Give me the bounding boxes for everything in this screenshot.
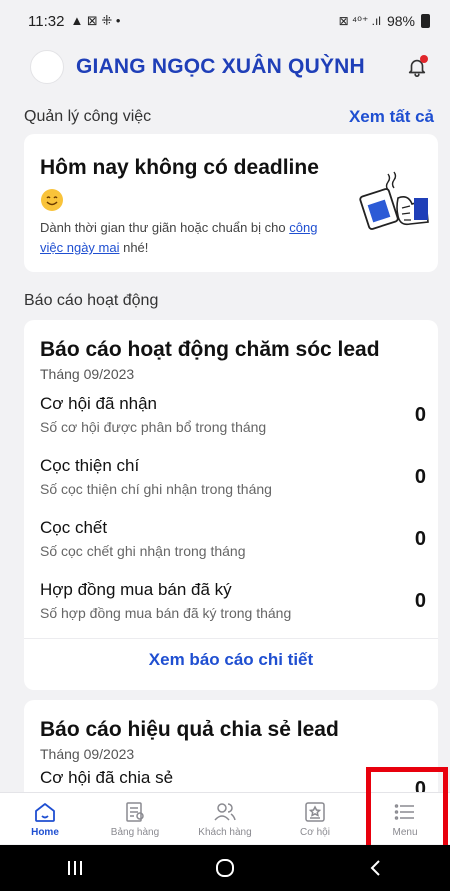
metric-description: Số cọc thiện chí ghi nhận trong tháng (40, 481, 272, 497)
metric-description: Số cọc chết ghi nhận trong tháng (40, 543, 246, 559)
metric-name: Cọc thiện chí (40, 456, 140, 475)
metric-value: 0 (414, 590, 426, 612)
tab-label: Khách hàng (198, 827, 252, 838)
menu-highlight-box (366, 767, 448, 853)
metric-value: 0 (414, 528, 426, 550)
work-section-title: Quản lý công việc (24, 108, 152, 125)
home-circle-icon (216, 859, 234, 877)
deadline-description: Dành thời gian thư giãn hoặc chuẩn bị ch… (40, 218, 330, 258)
system-navigation-bar (0, 845, 450, 891)
notification-dot (420, 55, 428, 63)
status-signal-icons: ⊠ ⁴⁰⁺ .ıl (338, 14, 381, 28)
work-section-header: Quản lý công việc Xem tất cả (0, 104, 450, 130)
tab-opportunity[interactable]: Cơ hội (270, 793, 360, 844)
lead-care-report-card: Báo cáo hoạt động chăm sóc lead Tháng 09… (24, 320, 438, 690)
metric-row[interactable]: Cơ hội đã nhận Số cơ hội được phân bổ tr… (40, 394, 426, 440)
status-notification-icons: ▲ ⊠ ⁜ • (70, 13, 121, 28)
avatar[interactable] (30, 50, 64, 84)
metric-name: Cơ hội đã chia sẻ (40, 768, 174, 787)
opportunity-icon (305, 802, 325, 822)
status-battery-text: 98% (386, 13, 415, 29)
back-button[interactable] (355, 856, 395, 880)
home-nav-button[interactable] (205, 856, 245, 880)
metric-name: Cơ hội đã nhận (40, 394, 158, 413)
user-name: GIANG NGỌC XUÂN QUỲNH (76, 55, 365, 78)
tab-label: Cơ hội (300, 827, 330, 838)
home-icon (35, 803, 55, 822)
status-bar: 11:32 ▲ ⊠ ⁜ • ⊠ ⁴⁰⁺ .ıl 98% (0, 0, 450, 42)
see-all-link[interactable]: Xem tất cả (349, 107, 434, 127)
activity-section-header: Báo cáo hoạt động (0, 288, 450, 314)
recent-apps-icon (68, 861, 82, 875)
lead-care-report-month: Tháng 09/2023 (40, 366, 135, 382)
deadline-title: Hôm nay không có deadline (40, 156, 319, 179)
activity-section-title: Báo cáo hoạt động (24, 292, 159, 309)
customers-icon (214, 803, 236, 821)
lead-share-report-title: Báo cáo hiệu quả chia sẻ lead (40, 718, 339, 741)
metric-name: Hợp đồng mua bán đã ký (40, 580, 232, 599)
price-board-icon (126, 802, 144, 822)
smile-emoji-icon (41, 189, 63, 211)
lead-care-report-title: Báo cáo hoạt động chăm sóc lead (40, 338, 380, 361)
metric-row[interactable]: Cọc thiện chí Số cọc thiện chí ghi nhận … (40, 456, 426, 502)
metric-name: Cọc chết (40, 518, 108, 537)
back-chevron-icon (370, 860, 380, 876)
metric-row[interactable]: Cọc chết Số cọc chết ghi nhận trong thán… (40, 518, 426, 564)
tab-label: Home (31, 827, 59, 838)
metric-row[interactable]: Hợp đồng mua bán đã ký Số hợp đồng mua b… (40, 580, 426, 626)
status-time: 11:32 (28, 12, 65, 30)
tab-home[interactable]: Home (0, 793, 90, 844)
notification-button[interactable] (402, 52, 432, 82)
deadline-card: Hôm nay không có deadline Dành thời gian… (24, 134, 438, 272)
tab-customers[interactable]: Khách hàng (180, 793, 270, 844)
recent-apps-button[interactable] (55, 856, 95, 880)
tab-price-board[interactable]: Bảng hàng (90, 793, 180, 844)
deadline-desc-text: Dành thời gian thư giãn hoặc chuẩn bị ch… (40, 220, 290, 235)
tea-break-illustration-icon (359, 171, 429, 230)
metric-description: Số cơ hội được phân bổ trong tháng (40, 419, 267, 435)
view-detail-report-link[interactable]: Xem báo cáo chi tiết (24, 650, 438, 670)
metric-description: Số hợp đồng mua bán đã ký trong tháng (40, 605, 292, 621)
app-header: GIANG NGỌC XUÂN QUỲNH (0, 42, 450, 92)
lead-share-report-month: Tháng 09/2023 (40, 746, 135, 762)
battery-icon (421, 14, 430, 28)
card-divider (24, 638, 438, 639)
tab-label: Bảng hàng (110, 827, 160, 838)
metric-value: 0 (414, 466, 426, 488)
metric-value: 0 (414, 404, 426, 426)
deadline-desc-suffix: nhé! (119, 240, 149, 255)
